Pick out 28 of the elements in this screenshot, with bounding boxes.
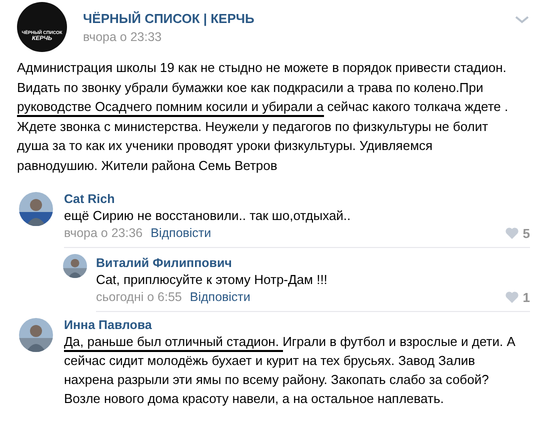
text: сейчас сидит молодёжь бухает и курит на тех брусьях. Завод Залив xyxy=(64,352,476,368)
author-name[interactable]: ЧЁРНЫЙ СПИСОК | КЕРЧЬ xyxy=(83,11,515,26)
comment-author[interactable]: Виталий Филиппович xyxy=(96,256,530,270)
chevron-icon[interactable] xyxy=(515,16,529,24)
reply-link[interactable]: Відповісти xyxy=(150,226,212,240)
comment-time: вчора о 23:36 xyxy=(64,226,143,240)
text: Ждете звонка с министерства. Неужели у педагогов по физкультуры не болит xyxy=(17,118,488,134)
text: Видать по звонку убрали бумажки кое как подкрасили а трава по колено.При xyxy=(17,80,484,95)
text: ещё Сирию не восстановили.. так шо,отдыхай.. xyxy=(64,208,351,223)
like-count: 5 xyxy=(522,226,530,241)
underlined-text: руководстве Осадчего помним косили и убирали а xyxy=(17,99,324,118)
text: сейчас какого толкача ждете . xyxy=(326,99,508,114)
like-count: 1 xyxy=(522,290,530,305)
text: равнодушию. Жители района Семь Ветров xyxy=(17,158,278,173)
text: нахрена разрыли эти ямы по всему району. Закопать слабо за собой? xyxy=(64,372,489,387)
post-time: вчора о 23:33 xyxy=(83,30,163,44)
text: Администрация школы 19 как не стыдно не можете в порядок привести стадион. xyxy=(17,60,506,75)
heart-icon[interactable] xyxy=(504,227,519,240)
text: Cat, приплюсуйте к этому Нотр-Дам !!! xyxy=(96,272,328,287)
text: Возле нового дома красоту навели, а на остальное наплевать. xyxy=(64,390,444,406)
comment-author[interactable]: Инна Павлова xyxy=(64,318,530,332)
comment-author[interactable]: Cat Rich xyxy=(64,192,530,206)
text: душа за то как их ученики проводят уроки физкультуры. Удивляемся xyxy=(17,138,433,154)
comment-time: сьогодні о 6:55 xyxy=(96,290,182,304)
underlined-text: Да, раньше был отличный стадион. xyxy=(64,334,283,352)
text: Играли в футбол и взрослые и дети. А xyxy=(282,334,516,349)
heart-icon[interactable] xyxy=(504,291,519,304)
reply-link[interactable]: Відповісти xyxy=(190,290,250,304)
